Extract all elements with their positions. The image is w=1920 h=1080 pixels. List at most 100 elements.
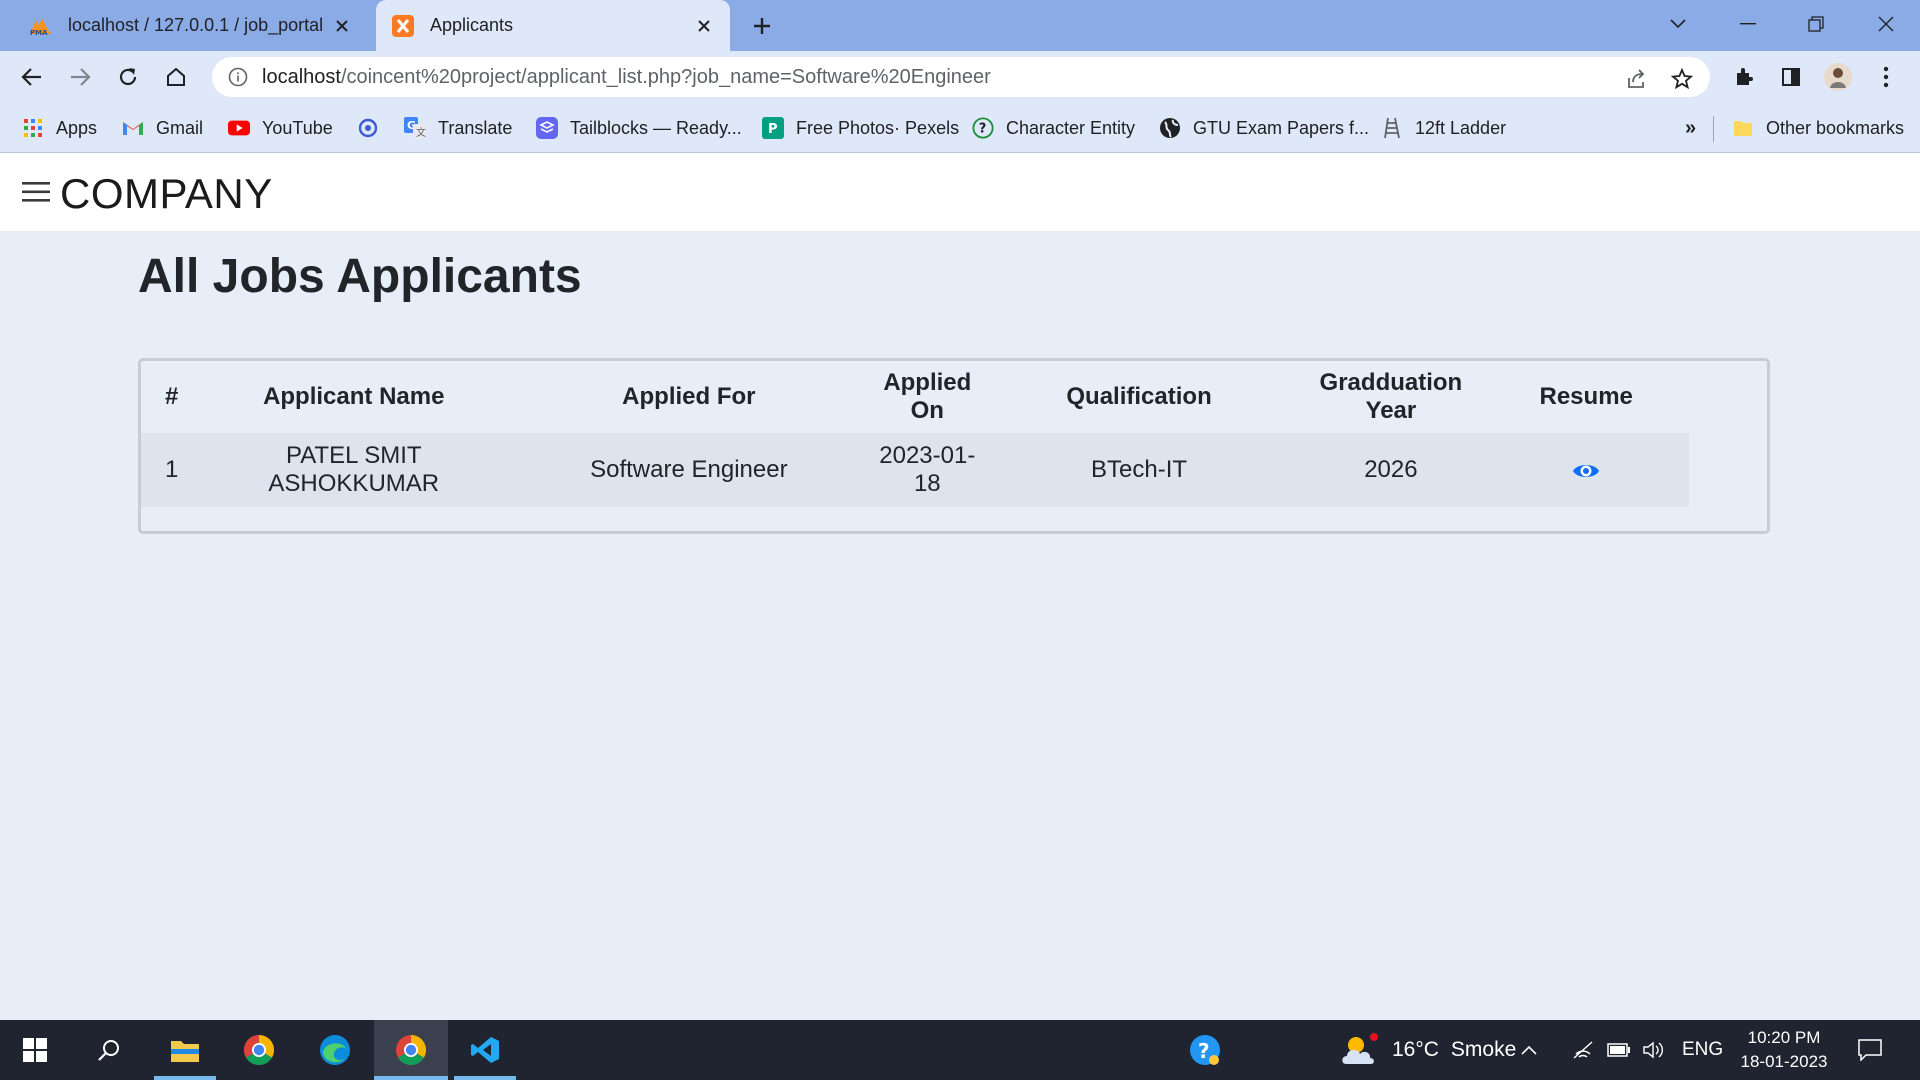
- pexels-icon: P: [762, 117, 784, 139]
- bookmark-star-icon[interactable]: [1668, 65, 1696, 93]
- hamburger-menu-icon[interactable]: [22, 181, 50, 203]
- column-header: Applied On: [883, 369, 972, 424]
- applicants-table-card: # Applicant Name Applied For Applied On …: [138, 358, 1770, 534]
- column-header: Gradduation Year: [1319, 369, 1463, 424]
- column-header: Resume: [1539, 383, 1633, 410]
- home-icon[interactable]: [160, 61, 192, 93]
- clock-time: 10:20 PM: [1747, 1028, 1821, 1047]
- bookmark-other-folder[interactable]: Other bookmarks: [1732, 113, 1904, 143]
- applicants-table: # Applicant Name Applied For Applied On …: [141, 361, 1689, 507]
- tab-applicants[interactable]: Applicants: [376, 0, 730, 51]
- bookmark-12ft-ladder[interactable]: 12ft Ladder: [1381, 113, 1506, 143]
- windows-start-icon[interactable]: [4, 1020, 66, 1080]
- eye-icon[interactable]: [1572, 460, 1600, 482]
- bookmarks-divider: [1713, 116, 1714, 142]
- menu-kebab-icon[interactable]: [1870, 61, 1902, 93]
- tab-phpmyadmin[interactable]: PMA localhost / 127.0.0.1 / job_portal: [14, 0, 368, 51]
- xampp-icon: [390, 13, 416, 39]
- chrome-icon[interactable]: [228, 1020, 290, 1080]
- brand-logo-text[interactable]: COMPANY: [60, 170, 273, 218]
- bookmark-translate[interactable]: G文 Translate: [404, 113, 512, 143]
- extensions-icon[interactable]: [1728, 61, 1760, 93]
- table-row: 1 PATEL SMIT ASHOKKUMAR Software Enginee…: [141, 433, 1689, 507]
- file-explorer-icon[interactable]: [154, 1020, 216, 1080]
- close-tab-icon[interactable]: [330, 14, 354, 38]
- chrome-active-window-icon[interactable]: [374, 1020, 448, 1080]
- bookmark-character-entity[interactable]: ? Character Entity: [972, 113, 1135, 143]
- tray-overflow-chevron-icon[interactable]: [1514, 1020, 1544, 1080]
- battery-icon[interactable]: [1604, 1020, 1634, 1080]
- phpmyadmin-icon: PMA: [28, 13, 54, 39]
- tab-title: localhost / 127.0.0.1 / job_portal: [68, 15, 324, 35]
- bookmark-label: Character Entity: [1006, 117, 1136, 138]
- volume-icon[interactable]: [1638, 1020, 1668, 1080]
- bookmark-label: Translate: [438, 117, 513, 138]
- back-icon[interactable]: [16, 61, 48, 93]
- url-text: localhost/coincent%20project/applicant_l…: [262, 65, 991, 88]
- folder-icon: [1732, 117, 1754, 139]
- side-panel-icon[interactable]: [1775, 61, 1807, 93]
- share-icon[interactable]: [1622, 65, 1650, 93]
- bookmark-label: Gmail: [156, 117, 204, 138]
- svg-text:文: 文: [416, 126, 426, 139]
- clock-date: 18-01-2023: [1740, 1052, 1828, 1071]
- close-window-icon[interactable]: [1868, 8, 1904, 40]
- notifications-icon[interactable]: [1840, 1020, 1900, 1080]
- youtube-icon: [228, 117, 250, 139]
- bookmark-gtu[interactable]: GTU Exam Papers f...: [1159, 113, 1369, 143]
- forward-icon[interactable]: [64, 61, 96, 93]
- running-indicator: [374, 1076, 448, 1080]
- network-icon[interactable]: [1568, 1020, 1598, 1080]
- browser-toolbar: localhost/coincent%20project/applicant_l…: [0, 51, 1920, 103]
- bookmark-apps[interactable]: Apps: [22, 113, 97, 143]
- minimize-icon[interactable]: [1730, 8, 1766, 40]
- bookmark-label: YouTube: [262, 117, 333, 138]
- input-language[interactable]: ENG: [1682, 1039, 1723, 1061]
- tab-title: Applicants: [430, 15, 514, 35]
- question-circle-icon: ?: [972, 117, 994, 139]
- weather-widget[interactable]: 16°C Smoke: [1340, 1032, 1516, 1068]
- apps-grid-icon: [22, 117, 44, 139]
- vscode-icon[interactable]: [454, 1020, 516, 1080]
- weather-temperature: 16°C: [1392, 1038, 1439, 1061]
- cell-applied-for: Software Engineer: [590, 456, 788, 483]
- cell-resume: [1483, 433, 1689, 507]
- cell-qualification: BTech-IT: [1091, 456, 1188, 483]
- column-header: Qualification: [1066, 383, 1212, 410]
- new-tab-button[interactable]: [748, 12, 776, 40]
- bookmark-label: 12ft Ladder: [1415, 117, 1507, 138]
- bookmarks-overflow-button[interactable]: »: [1685, 113, 1696, 143]
- edge-icon[interactable]: [304, 1020, 366, 1080]
- close-tab-icon[interactable]: [692, 14, 716, 38]
- overflow-chevron-icon: »: [1685, 116, 1697, 139]
- address-bar[interactable]: localhost/coincent%20project/applicant_l…: [212, 57, 1710, 97]
- restore-icon[interactable]: [1798, 8, 1834, 40]
- table-header-row: # Applicant Name Applied For Applied On …: [141, 361, 1689, 433]
- tab-search-icon[interactable]: [1660, 8, 1696, 40]
- tab-strip: PMA localhost / 127.0.0.1 / job_portal A…: [0, 0, 1920, 51]
- running-indicator: [454, 1076, 516, 1080]
- cell-graduation-year: 2026: [1364, 456, 1418, 483]
- page-viewport: COMPANY All Jobs Applicants # Applicant …: [0, 153, 1920, 1020]
- bookmark-pexels[interactable]: P Free Photos· Pexels: [762, 113, 959, 143]
- gmail-icon: [122, 117, 144, 139]
- bookmark-label: Free Photos· Pexels: [796, 117, 960, 138]
- column-header: Applied For: [622, 383, 756, 410]
- globe-icon: [1159, 117, 1181, 139]
- bookmark-sync[interactable]: [357, 113, 391, 143]
- search-icon[interactable]: [78, 1020, 140, 1080]
- bookmark-tailblocks[interactable]: Tailblocks — Ready...: [536, 113, 742, 143]
- bookmark-label: GTU Exam Papers f...: [1193, 117, 1370, 138]
- bookmark-gmail[interactable]: Gmail: [122, 113, 203, 143]
- site-navbar: COMPANY: [0, 153, 1920, 231]
- profile-avatar[interactable]: [1822, 61, 1854, 93]
- column-header: Applicant Name: [263, 383, 445, 410]
- site-info-icon[interactable]: [226, 65, 250, 89]
- system-clock[interactable]: 10:20 PM 18-01-2023: [1736, 1026, 1832, 1074]
- column-header: #: [165, 383, 179, 410]
- bookmark-youtube[interactable]: YouTube: [228, 113, 333, 143]
- help-icon[interactable]: ?: [1174, 1020, 1236, 1080]
- bookmark-label: Apps: [56, 117, 98, 138]
- reload-icon[interactable]: [112, 61, 144, 93]
- svg-text:?: ?: [979, 122, 986, 137]
